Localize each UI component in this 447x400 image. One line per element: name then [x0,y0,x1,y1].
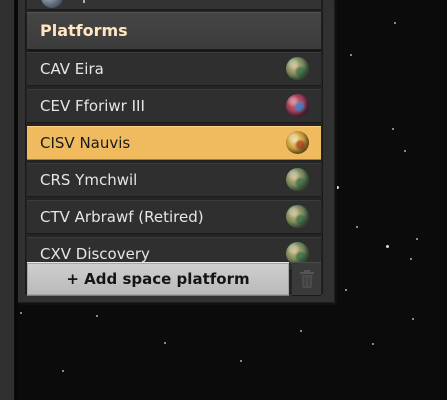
platform-name: CTV Arbrawf (Retired) [40,208,204,226]
platform-row-crs-ymchwil[interactable]: CRS Ymchwil [27,163,321,197]
platforms-list-container: Up Platforms CAV Eira CEV Fforiwr III CI… [25,0,323,296]
platform-list: CAV Eira CEV Fforiwr III CISV Nauvis CRS… [27,52,321,274]
previous-list-row[interactable]: Up [27,0,321,10]
section-title: Platforms [40,21,128,40]
platform-name: CAV Eira [40,60,104,78]
platform-row-cisv-nauvis[interactable]: CISV Nauvis [27,126,321,160]
platforms-section-header: Platforms [27,12,321,50]
nauvis-planet-icon [286,205,309,228]
platform-name: CXV Discovery [40,245,150,263]
platform-name: CISV Nauvis [40,134,131,152]
platform-actions-bar: + Add space platform [27,262,321,296]
gleba-planet-icon [286,131,309,154]
platform-name: CRS Ymchwil [40,171,138,189]
platform-row-cev-fforiwr-iii[interactable]: CEV Fforiwr III [27,89,321,123]
trash-icon [298,269,316,289]
nauvis-planet-icon [286,168,309,191]
add-space-platform-button[interactable]: + Add space platform [27,262,289,296]
platform-name: CEV Fforiwr III [40,97,145,115]
platforms-panel: Up Platforms CAV Eira CEV Fforiwr III CI… [18,0,335,303]
vulcanus-planet-icon [286,94,309,117]
platform-row-cav-eira[interactable]: CAV Eira [27,52,321,86]
platform-row-ctv-arbrawf[interactable]: CTV Arbrawf (Retired) [27,200,321,234]
planet-icon [41,0,63,8]
left-panel-edge [0,0,15,400]
previous-row-label: Up [71,0,92,4]
delete-platform-button[interactable] [292,262,321,296]
nauvis-planet-icon [286,57,309,80]
